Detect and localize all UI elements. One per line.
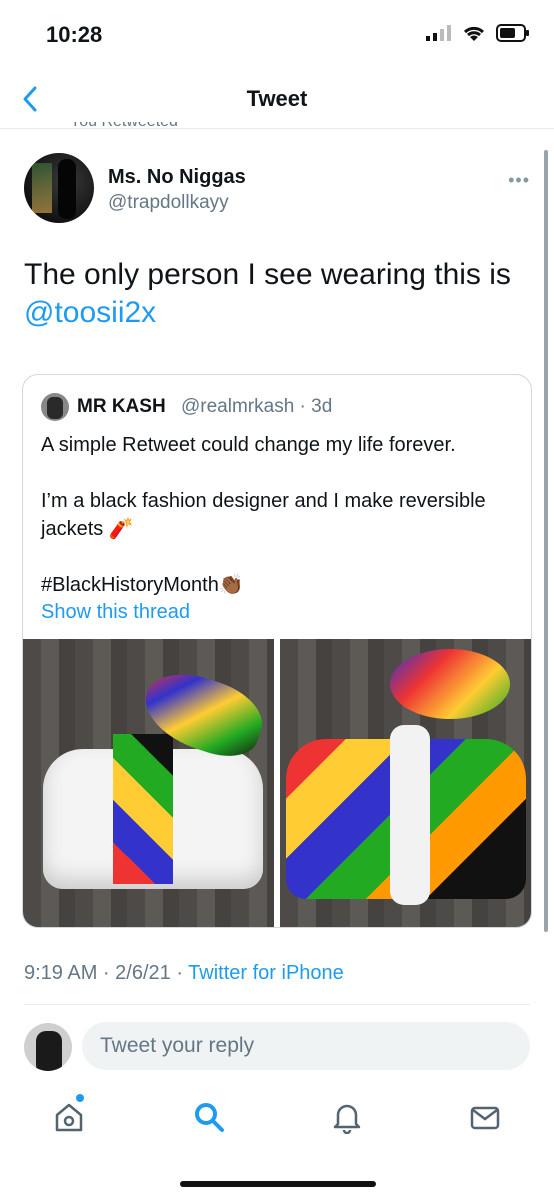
quoted-name: MR KASH [77,396,166,417]
media-image-2[interactable] [280,639,531,927]
messages-icon[interactable] [468,1100,502,1134]
author-name[interactable]: Ms. No Niggas [108,166,246,189]
tab-bar [0,1090,554,1150]
battery-icon [496,24,529,42]
wifi-icon [463,26,485,41]
status-icons [426,24,530,42]
tweet-datetime: 9:19 AM · 2/6/21 · [24,962,189,984]
page-title: Tweet [246,86,308,111]
author-avatar[interactable] [24,153,94,223]
retweet-context: You Retweeted [70,122,178,132]
quoted-text: A simple Retweet could change my life fo… [41,434,486,596]
tweet-meta: 9:19 AM · 2/6/21 · Twitter for iPhone [24,962,344,985]
tweet-text: The only person I see wearing this is @t… [24,256,524,332]
status-time: 10:28 [46,22,103,47]
quoted-media [23,639,531,927]
retweet-label: You Retweeted [70,122,178,130]
home-indicator[interactable] [180,1181,376,1187]
more-options-icon[interactable]: ••• [508,170,530,191]
quoted-avatar [41,393,69,421]
notification-dot [76,1094,84,1102]
user-avatar[interactable] [24,1023,72,1071]
media-image-1[interactable] [23,639,274,927]
signal-icon [426,25,451,41]
quoted-tweet[interactable]: MR KASH @realmrkash · 3d A simple Retwee… [22,374,532,928]
home-icon[interactable] [52,1100,86,1134]
tweet-body: The only person I see wearing this is [24,258,511,291]
show-thread-link[interactable]: Show this thread [41,601,190,624]
notifications-icon[interactable] [330,1100,364,1134]
nav-bar: Tweet [0,70,554,129]
search-icon[interactable] [192,1100,226,1134]
quoted-handle: @realmrkash · 3d [181,396,333,417]
scrollbar[interactable] [544,150,548,932]
reply-input[interactable]: Tweet your reply [82,1022,530,1070]
reply-bar: Tweet your reply [0,1020,554,1074]
mention-link[interactable]: @toosii2x [24,296,156,329]
author-handle[interactable]: @trapdollkayy [108,192,229,214]
tweet-source[interactable]: Twitter for iPhone [188,962,344,984]
divider [24,1004,530,1005]
status-bar: 10:28 [0,0,554,70]
